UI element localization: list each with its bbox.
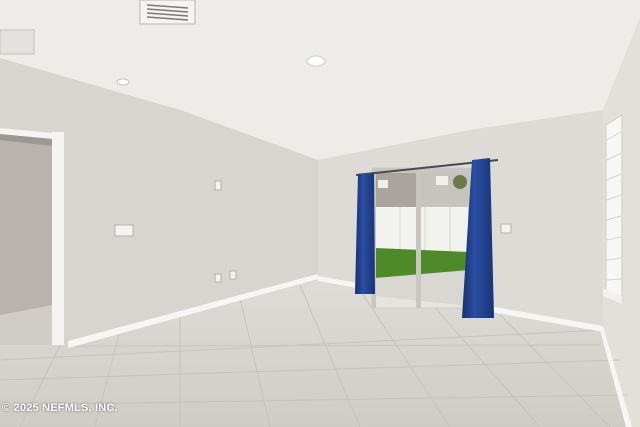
- light-switch-plate: [114, 224, 134, 237]
- wall-outlet: [229, 270, 237, 280]
- room-photo: © 2025 NEFMLS, INC.: [0, 0, 640, 427]
- copyright-watermark: © 2025 NEFMLS, INC.: [2, 402, 118, 414]
- air-vent: [139, 0, 196, 25]
- sliding-glass-door: [371, 167, 473, 309]
- hallway-back-wall: [0, 140, 52, 315]
- recessed-light: [306, 55, 326, 67]
- white-fence: [375, 207, 469, 252]
- wall-outlet: [214, 273, 222, 283]
- wall-outlet: [214, 180, 222, 191]
- door-frame-trim: [52, 132, 64, 345]
- thermostat-plate: [500, 223, 512, 234]
- window-blinds: [603, 114, 623, 304]
- ceiling-vent-small: [0, 29, 35, 55]
- room-illustration: [0, 0, 640, 427]
- smoke-detector: [116, 78, 130, 86]
- curtain-left: [355, 173, 375, 294]
